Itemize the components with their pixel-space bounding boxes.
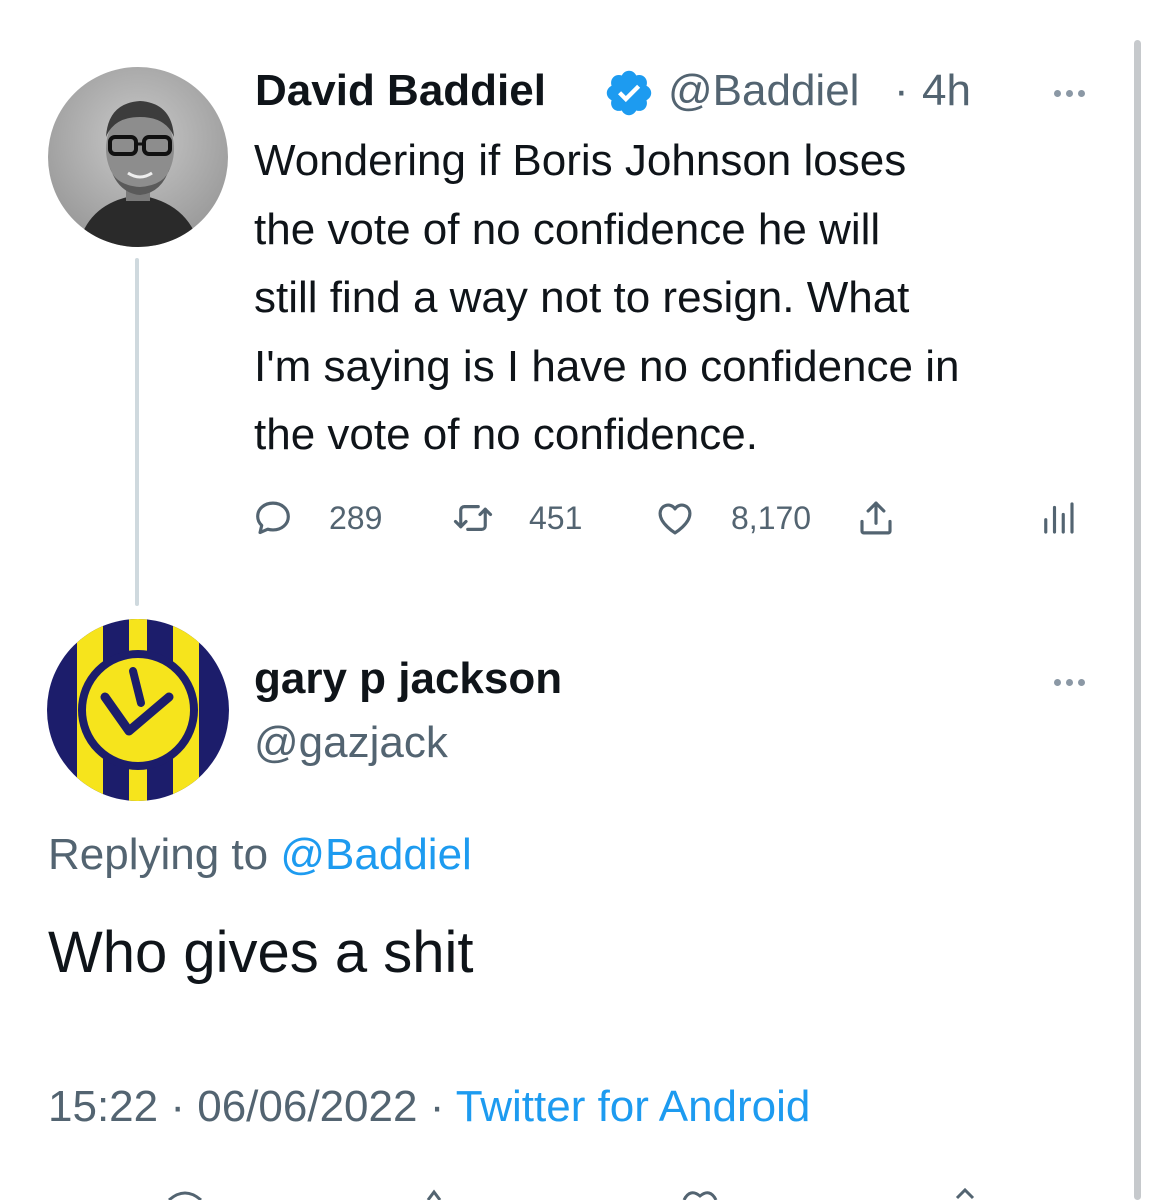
separator-dot: · bbox=[429, 1082, 445, 1131]
more-options-icon[interactable] bbox=[1054, 673, 1090, 691]
comment-icon[interactable] bbox=[252, 497, 294, 539]
analytics-icon[interactable] bbox=[1037, 497, 1079, 539]
author-handle[interactable]: @Baddiel bbox=[668, 64, 859, 118]
tweet-source-link[interactable]: Twitter for Android bbox=[456, 1082, 811, 1131]
retweet-icon[interactable] bbox=[420, 1188, 460, 1200]
tweet-time[interactable]: 4h bbox=[922, 64, 971, 118]
avatar-smiley-badge bbox=[47, 619, 229, 801]
reply-count: 289 bbox=[329, 500, 383, 536]
reply-text: Who gives a shit bbox=[48, 920, 474, 985]
like-count: 8,170 bbox=[731, 500, 812, 536]
like-icon[interactable] bbox=[654, 497, 696, 539]
share-icon[interactable] bbox=[945, 1188, 985, 1200]
avatar-david-baddiel[interactable] bbox=[48, 67, 228, 247]
verified-badge-icon bbox=[606, 70, 652, 116]
more-options-icon[interactable] bbox=[1054, 84, 1090, 102]
separator-dot: · bbox=[170, 1082, 185, 1131]
retweet-icon[interactable] bbox=[452, 497, 494, 539]
share-icon[interactable] bbox=[855, 497, 897, 539]
retweet-count: 451 bbox=[529, 500, 583, 536]
reply-author-handle[interactable]: @gazjack bbox=[254, 716, 448, 770]
replying-to-label: Replying to bbox=[48, 830, 269, 879]
thread-connector-line bbox=[135, 258, 139, 606]
tweet-date[interactable]: 06/06/2022 bbox=[197, 1082, 417, 1131]
reply-author-name[interactable]: gary p jackson bbox=[254, 652, 562, 706]
scrollbar[interactable] bbox=[1134, 40, 1141, 1200]
comment-icon[interactable] bbox=[165, 1188, 205, 1200]
avatar-photo bbox=[48, 67, 228, 247]
tweet-meta: 15:22 · 06/06/2022 · Twitter for Android bbox=[48, 1080, 810, 1134]
tweet-text: Wondering if Boris Johnson loses the vot… bbox=[254, 136, 960, 459]
like-icon[interactable] bbox=[680, 1188, 720, 1200]
separator-dot: · bbox=[894, 66, 909, 115]
avatar-gary-p-jackson[interactable] bbox=[47, 619, 229, 801]
tweet-timestamp[interactable]: 15:22 bbox=[48, 1082, 158, 1131]
replying-to-handle-link[interactable]: @Baddiel bbox=[280, 830, 471, 879]
author-name[interactable]: David Baddiel bbox=[255, 64, 546, 118]
replying-to-line: Replying to @Baddiel bbox=[48, 828, 472, 882]
